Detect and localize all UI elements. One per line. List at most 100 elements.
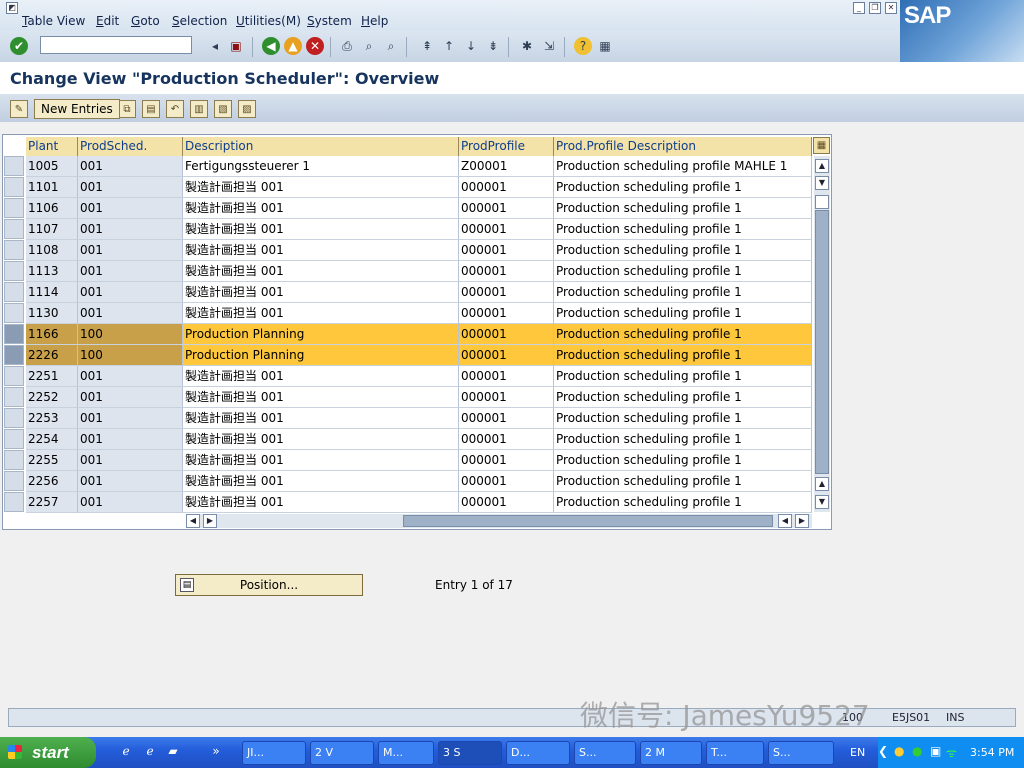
scroll-position-icon[interactable] xyxy=(815,195,829,209)
new-entries-button[interactable]: New Entries xyxy=(34,99,120,119)
table-cell-3[interactable]: Z00001 xyxy=(459,156,554,177)
task-t[interactable]: T... xyxy=(706,741,764,765)
table-row[interactable]: 1107 001 製造計画担当 001 000001 Production schedu… xyxy=(26,219,812,240)
table-cell-2[interactable]: 製造計画担当 001 xyxy=(183,282,459,303)
table-cell-2[interactable]: 製造計画担当 001 xyxy=(183,177,459,198)
table-cell-3[interactable]: 000001 xyxy=(459,303,554,324)
table-cell-2[interactable]: 製造計画担当 001 xyxy=(183,261,459,282)
table-row[interactable]: 2257 001 製造計画担当 001 000001 Production schedu… xyxy=(26,492,812,513)
table-row[interactable]: 1005 001 Fertigungssteuerer 1 Z00001 Product… xyxy=(26,156,812,177)
menu-table-view[interactable]: Table View xyxy=(22,14,85,28)
tray-app-icon[interactable]: ● xyxy=(894,744,904,758)
tray-expand-icon[interactable]: ❮ xyxy=(878,744,888,758)
table-cell-3[interactable]: 000001 xyxy=(459,450,554,471)
table-row[interactable]: 1106 001 製造計画担当 001 000001 Production schedu… xyxy=(26,198,812,219)
table-cell-4[interactable]: Production scheduling profile 1 xyxy=(554,450,812,471)
row-selector[interactable] xyxy=(4,177,24,197)
table-cell-3[interactable]: 000001 xyxy=(459,408,554,429)
quicklaunch-more-icon[interactable]: » xyxy=(208,744,224,760)
copy-as-icon[interactable]: ⧉ xyxy=(118,100,136,118)
layout-menu-icon[interactable]: ▦ xyxy=(596,37,614,55)
scroll-left-icon[interactable]: ◀ xyxy=(186,514,200,528)
undo-change-icon[interactable]: ↶ xyxy=(166,100,184,118)
column-header-4[interactable]: Prod.Profile Description xyxy=(554,137,812,156)
tray-network-icon[interactable]: ▣ xyxy=(930,744,941,758)
table-row[interactable]: 2252 001 製造計画担当 001 000001 Production schedu… xyxy=(26,387,812,408)
select-all-icon[interactable]: ▥ xyxy=(190,100,208,118)
scroll-right-icon[interactable]: ▶ xyxy=(795,514,809,528)
table-cell-3[interactable]: 000001 xyxy=(459,324,554,345)
table-cell-4[interactable]: Production scheduling profile 1 xyxy=(554,345,812,366)
table-row[interactable]: 2253 001 製造計画担当 001 000001 Production schedu… xyxy=(26,408,812,429)
table-row[interactable]: 2256 001 製造計画担当 001 000001 Production schedu… xyxy=(26,471,812,492)
select-block-icon[interactable]: ▧ xyxy=(214,100,232,118)
menu-system[interactable]: System xyxy=(307,14,352,28)
column-header-1[interactable]: ProdSched. xyxy=(78,137,183,156)
table-row[interactable]: 1108 001 製造計画担当 001 000001 Production schedu… xyxy=(26,240,812,261)
quicklaunch-browser-icon[interactable]: ℯ xyxy=(142,744,158,760)
table-cell-4[interactable]: Production scheduling profile 1 xyxy=(554,492,812,513)
shortcut-icon[interactable]: ⇲ xyxy=(540,37,558,55)
table-row[interactable]: 2255 001 製造計画担当 001 000001 Production schedu… xyxy=(26,450,812,471)
menu-selection[interactable]: Selection xyxy=(172,14,227,28)
task-ji[interactable]: JI... xyxy=(242,741,306,765)
table-cell-2[interactable]: 製造計画担当 001 xyxy=(183,429,459,450)
close-icon[interactable]: ✕ xyxy=(885,2,897,14)
row-selector[interactable] xyxy=(4,324,24,344)
tray-chat-icon[interactable]: ● xyxy=(912,744,922,758)
table-cell-3[interactable]: 000001 xyxy=(459,492,554,513)
table-cell-3[interactable]: 000001 xyxy=(459,345,554,366)
quicklaunch-folder-icon[interactable]: ▰ xyxy=(165,744,181,760)
language-indicator[interactable]: EN xyxy=(850,746,865,759)
table-cell-3[interactable]: 000001 xyxy=(459,177,554,198)
row-selector[interactable] xyxy=(4,429,24,449)
tray-wifi-icon[interactable]: ᯤ xyxy=(946,744,957,761)
table-cell-2[interactable]: 製造計画担当 001 xyxy=(183,366,459,387)
row-selector[interactable] xyxy=(4,156,24,176)
next-page-icon[interactable]: ↓ xyxy=(462,37,480,55)
task-3s[interactable]: 3 S xyxy=(438,741,502,765)
table-cell-2[interactable]: Production Planning xyxy=(183,345,459,366)
table-cell-2[interactable]: 製造計画担当 001 xyxy=(183,387,459,408)
table-cell-4[interactable]: Production scheduling profile 1 xyxy=(554,240,812,261)
task-s2[interactable]: S... xyxy=(768,741,834,765)
table-cell-3[interactable]: 000001 xyxy=(459,429,554,450)
start-button[interactable]: start xyxy=(0,737,96,768)
column-header-2[interactable]: Description xyxy=(183,137,459,156)
task-2v[interactable]: 2 V xyxy=(310,741,374,765)
row-selector[interactable] xyxy=(4,198,24,218)
delete-icon[interactable]: ▤ xyxy=(142,100,160,118)
table-cell-4[interactable]: Production scheduling profile 1 xyxy=(554,303,812,324)
menu-edit[interactable]: Edit xyxy=(96,14,119,28)
previous-page-icon[interactable]: ↑ xyxy=(440,37,458,55)
table-cell-2[interactable]: 製造計画担当 001 xyxy=(183,492,459,513)
first-page-icon[interactable]: ⇞ xyxy=(418,37,436,55)
row-selector[interactable] xyxy=(4,282,24,302)
task-s[interactable]: S... xyxy=(574,741,636,765)
table-cell-4[interactable]: Production scheduling profile 1 xyxy=(554,198,812,219)
table-row[interactable]: 2251 001 製造計画担当 001 000001 Production schedu… xyxy=(26,366,812,387)
back-icon[interactable]: ◀ xyxy=(262,37,280,55)
column-header-0[interactable]: Plant xyxy=(26,137,78,156)
table-cell-3[interactable]: 000001 xyxy=(459,387,554,408)
table-cell-3[interactable]: 000001 xyxy=(459,240,554,261)
table-row[interactable]: 1166 100 Production Planning 000001 Producti… xyxy=(26,324,812,345)
task-m[interactable]: M... xyxy=(378,741,434,765)
table-row[interactable]: 1114 001 製造計画担当 001 000001 Production schedu… xyxy=(26,282,812,303)
table-cell-4[interactable]: Production scheduling profile 1 xyxy=(554,177,812,198)
find-next-icon[interactable]: ⌕ xyxy=(382,37,400,55)
vertical-scroll-thumb[interactable] xyxy=(815,210,829,474)
last-page-icon[interactable]: ⇟ xyxy=(484,37,502,55)
table-cell-4[interactable]: Production scheduling profile 1 xyxy=(554,408,812,429)
menu-help[interactable]: Help xyxy=(361,14,388,28)
table-row[interactable]: 2254 001 製造計画担当 001 000001 Production schedu… xyxy=(26,429,812,450)
column-header-3[interactable]: ProdProfile xyxy=(459,137,554,156)
table-settings-icon[interactable]: ▦ xyxy=(813,137,830,154)
scroll-right-small-icon[interactable]: ▶ xyxy=(203,514,217,528)
row-selector[interactable] xyxy=(4,303,24,323)
row-selector[interactable] xyxy=(4,387,24,407)
table-cell-4[interactable]: Production scheduling profile MAHLE 1 xyxy=(554,156,812,177)
print-icon[interactable]: ⎙ xyxy=(338,37,356,55)
table-cell-4[interactable]: Production scheduling profile 1 xyxy=(554,261,812,282)
table-cell-4[interactable]: Production scheduling profile 1 xyxy=(554,366,812,387)
